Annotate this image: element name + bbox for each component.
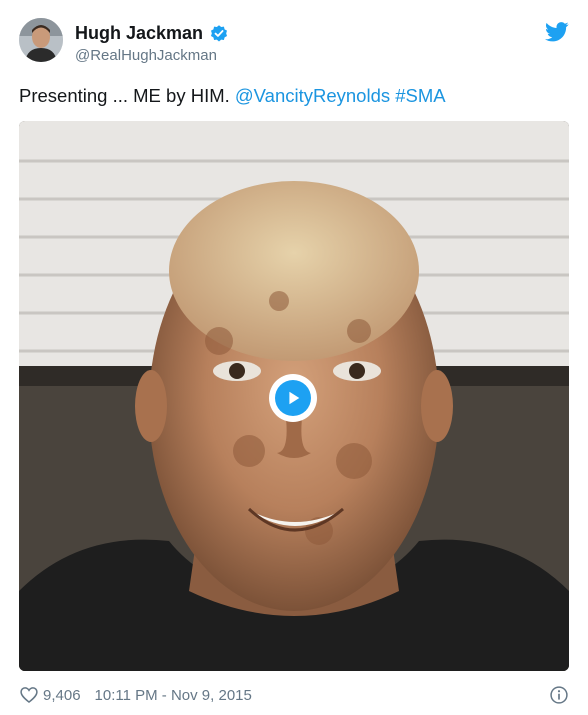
avatar[interactable] xyxy=(19,18,63,62)
verified-badge-icon xyxy=(211,24,228,41)
user-handle[interactable]: @RealHughJackman xyxy=(75,47,217,64)
tweet-footer: 9,406 10:11 PM - Nov 9, 2015 xyxy=(19,683,569,707)
info-icon[interactable] xyxy=(549,685,569,705)
tweet-text-body: Presenting ... ME by HIM. xyxy=(19,85,230,106)
user-name-text: Hugh Jackman xyxy=(75,23,204,43)
tweet-header: Hugh Jackman @RealHughJackman xyxy=(19,18,569,66)
play-icon xyxy=(289,391,300,405)
heart-icon[interactable] xyxy=(19,685,39,705)
tweet-text: Presenting ... ME by HIM. @VancityReynol… xyxy=(19,84,569,108)
timestamp[interactable]: 10:11 PM - Nov 9, 2015 xyxy=(95,687,252,704)
hashtag-link[interactable]: #SMA xyxy=(395,85,445,106)
user-name[interactable]: Hugh Jackman xyxy=(75,23,229,44)
avatar-image xyxy=(19,18,63,62)
play-button[interactable] xyxy=(269,374,317,422)
play-button-inner xyxy=(275,380,311,416)
twitter-bird-icon[interactable] xyxy=(545,22,569,42)
embedded-tweet: Hugh Jackman @RealHughJackman Presenting… xyxy=(0,0,588,715)
video-player[interactable] xyxy=(19,121,569,671)
mention-link[interactable]: @VancityReynolds xyxy=(235,85,390,106)
like-count[interactable]: 9,406 xyxy=(43,687,81,704)
